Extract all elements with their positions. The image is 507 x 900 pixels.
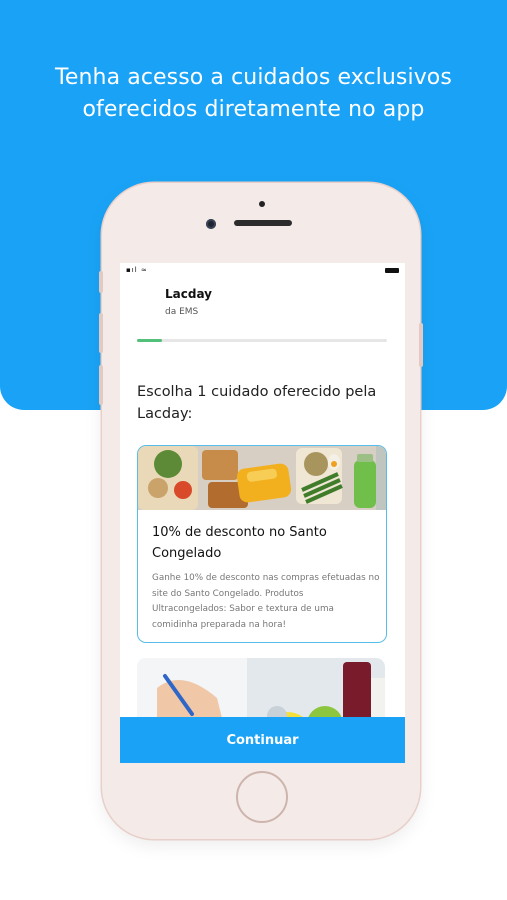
hero-headline-line2: oferecidos diretamente no app — [82, 97, 425, 122]
hero-headline: Tenha acesso a cuidados exclusivos ofere… — [0, 62, 507, 126]
phone-home-button — [236, 771, 288, 823]
phone-screen: ▪ıl ≈ Lacday da EMS Escolha 1 cuidado of… — [120, 263, 405, 763]
offer-card[interactable]: 10% de desconto no Santo Congelado Ganhe… — [137, 445, 387, 643]
phone-volume-up — [99, 313, 103, 353]
phone-camera-icon — [206, 219, 216, 229]
brand-subtitle: da EMS — [165, 307, 199, 317]
brand-title: Lacday — [165, 287, 212, 301]
progress-bar-fill — [137, 339, 162, 342]
offer-description: Ganhe 10% de desconto nas compras efetua… — [152, 573, 380, 630]
selection-prompt: Escolha 1 cuidado oferecido pela Lacday: — [137, 384, 377, 422]
hero-headline-line1: Tenha acesso a cuidados exclusivos — [55, 65, 452, 90]
phone-mockup: ▪ıl ≈ Lacday da EMS Escolha 1 cuidado of… — [99, 183, 423, 839]
phone-power-button — [419, 323, 423, 367]
phone-volume-down — [99, 365, 103, 405]
brand-header: Lacday da EMS — [165, 287, 212, 317]
phone-mute-switch — [99, 271, 103, 293]
frozen-meals-image — [138, 446, 386, 510]
phone-speaker — [234, 220, 292, 226]
continue-button[interactable]: Continuar — [120, 717, 405, 763]
battery-icon — [385, 268, 399, 273]
status-bar-signal-wifi-icon: ▪ıl ≈ — [126, 266, 148, 274]
phone-sensor — [259, 201, 265, 207]
offer-title: 10% de desconto no Santo Congelado — [152, 525, 327, 561]
progress-bar — [137, 339, 387, 342]
